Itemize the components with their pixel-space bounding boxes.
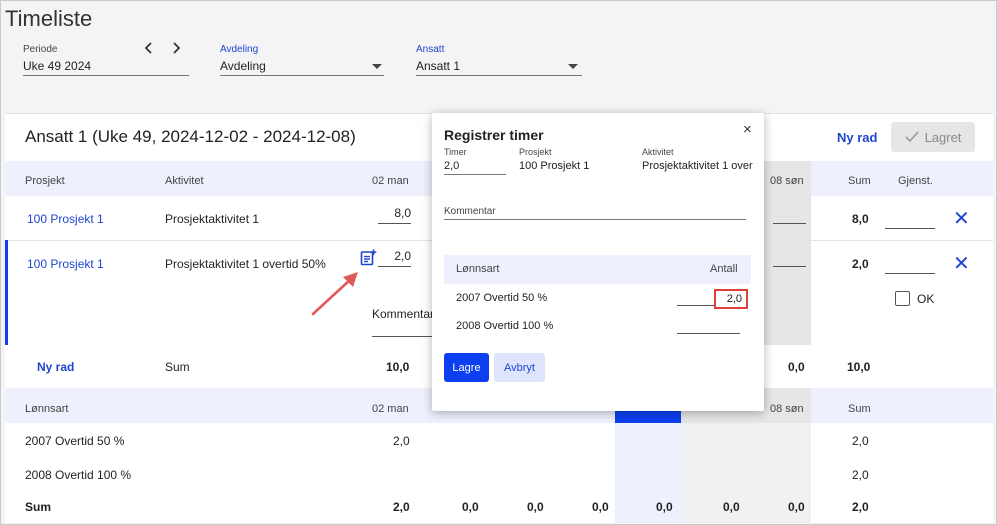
lonnsart-sum-value: 0,0	[788, 500, 805, 514]
row2-kommentar-input[interactable]	[372, 323, 432, 337]
lonnsart-row1-label: 2007 Overtid 50 %	[25, 434, 125, 448]
selected-row-indicator	[5, 240, 8, 345]
periode-field[interactable]: Uke 49 2024	[23, 59, 189, 76]
lonnsart-sum-label: Sum	[25, 500, 52, 514]
arrow-icon	[306, 265, 366, 320]
avdeling-label: Avdeling	[220, 44, 259, 55]
lagret-button[interactable]: Lagret	[891, 122, 975, 152]
total-sum: 10,0	[847, 360, 871, 374]
timer-label: Timer	[444, 147, 467, 157]
lonnsart-row1-02: 2,0	[393, 434, 410, 448]
kommentar-input[interactable]: Kommentar	[444, 206, 746, 220]
col-08-son: 08 søn	[770, 175, 804, 187]
col-gjenst: Gjenst.	[898, 175, 933, 187]
ny-rad-bottom-button[interactable]: Ny rad	[37, 360, 74, 374]
ansatt-label: Ansatt	[416, 44, 445, 55]
dialog-row2-label: 2008 Overtid 100 %	[456, 320, 554, 332]
ok-checkbox[interactable]	[895, 291, 910, 306]
dialog-row1-antall-input[interactable]: 2,0	[714, 289, 748, 309]
lagret-label: Lagret	[924, 129, 962, 145]
row2-delete-close-icon[interactable]: ✕	[953, 254, 970, 274]
dialog-row1-label: 2007 Overtid 50 %	[456, 292, 548, 304]
sheet-title: Ansatt 1 (Uke 49, 2024-12-02 - 2024-12-0…	[25, 127, 356, 146]
check-icon	[904, 131, 919, 143]
lonnsart-row2-label: 2008 Overtid 100 %	[25, 468, 132, 482]
lonnsart-col-08: 08 søn	[770, 403, 804, 415]
chevron-left-icon[interactable]	[142, 41, 156, 55]
timer-input[interactable]: 2,0	[444, 160, 506, 175]
row1-02-input[interactable]: 8,0	[378, 206, 411, 224]
lonnsart-sum-value: 0,0	[462, 500, 479, 514]
aktivitet-value: Prosjektaktivitet 1 over	[642, 160, 753, 172]
col-aktivitet: Aktivitet	[165, 175, 204, 187]
chevron-down-icon	[372, 64, 382, 69]
today-marker	[615, 411, 681, 423]
row2-02-input[interactable]: 2,0	[378, 249, 411, 267]
page-title: Timeliste	[5, 6, 93, 31]
lonnsart-sum-value: 2,0	[393, 500, 410, 514]
row2-gjenst-input[interactable]	[885, 256, 935, 274]
lonnsart-sum-value: 2,0	[852, 500, 869, 514]
prosjekt-value: 100 Prosjekt 1	[519, 160, 590, 172]
row2-prosjekt-link[interactable]: 100 Prosjekt 1	[27, 257, 104, 271]
chevron-right-icon[interactable]	[169, 41, 183, 55]
lonnsart-col-label: Lønnsart	[25, 403, 69, 415]
row2-aktivitet: Prosjektaktivitet 1 overtid 50%	[165, 257, 326, 271]
row1-sum: 8,0	[852, 212, 869, 226]
lonnsart-sum-value: 0,0	[592, 500, 609, 514]
registrer-timer-dialog: Registrer timer × Timer 2,0 Prosjekt 100…	[432, 113, 764, 411]
add-note-icon[interactable]	[360, 249, 377, 266]
prosjekt-label: Prosjekt	[519, 147, 552, 157]
periode-label: Periode	[23, 44, 58, 55]
app-window: Timeliste Periode Uke 49 2024 Avdeling A…	[0, 0, 997, 525]
chevron-down-icon	[568, 64, 578, 69]
ny-rad-top-button[interactable]: Ny rad	[837, 130, 877, 145]
lonnsart-sum-value: 0,0	[527, 500, 544, 514]
col-prosjekt: Prosjekt	[25, 175, 65, 187]
total-08: 0,0	[788, 360, 805, 374]
total-label: Sum	[165, 360, 190, 374]
col-02-man: 02 man	[372, 175, 409, 187]
row1-gjenst-input[interactable]	[885, 211, 935, 229]
lonnsart-col-02: 02 man	[372, 403, 409, 415]
close-icon[interactable]: ×	[743, 121, 752, 138]
dialog-row2-antall-input[interactable]	[677, 318, 740, 334]
lonnsart-row2-sum: 2,0	[852, 468, 869, 482]
dialog-col-antall: Antall	[710, 263, 738, 275]
aktivitet-label: Aktivitet	[642, 147, 674, 157]
col-sum: Sum	[848, 175, 871, 187]
row1-aktivitet: Prosjektaktivitet 1	[165, 212, 260, 226]
ansatt-select[interactable]: Ansatt 1	[416, 59, 582, 76]
row2-sum: 2,0	[852, 257, 869, 271]
lonnsart-sum-value: 0,0	[723, 500, 740, 514]
lonnsart-row1-sum: 2,0	[852, 434, 869, 448]
row1-delete-close-icon[interactable]: ✕	[953, 209, 970, 229]
total-02: 10,0	[386, 360, 410, 374]
ok-label: OK	[917, 292, 935, 306]
row2-08-input[interactable]	[773, 251, 806, 267]
lonnsart-sum-value: 0,0	[656, 500, 673, 514]
lonnsart-col-sum: Sum	[848, 403, 871, 415]
lagre-button[interactable]: Lagre	[444, 353, 489, 382]
row2-kommentar-label: Kommentar	[372, 307, 435, 321]
dialog-title: Registrer timer	[444, 127, 544, 143]
avdeling-select[interactable]: Avdeling	[220, 59, 384, 76]
dialog-col-lonnsart: Lønnsart	[456, 263, 500, 275]
avbryt-button[interactable]: Avbryt	[494, 353, 545, 382]
row1-prosjekt-link[interactable]: 100 Prosjekt 1	[27, 212, 104, 226]
row1-08-input[interactable]	[773, 206, 806, 224]
